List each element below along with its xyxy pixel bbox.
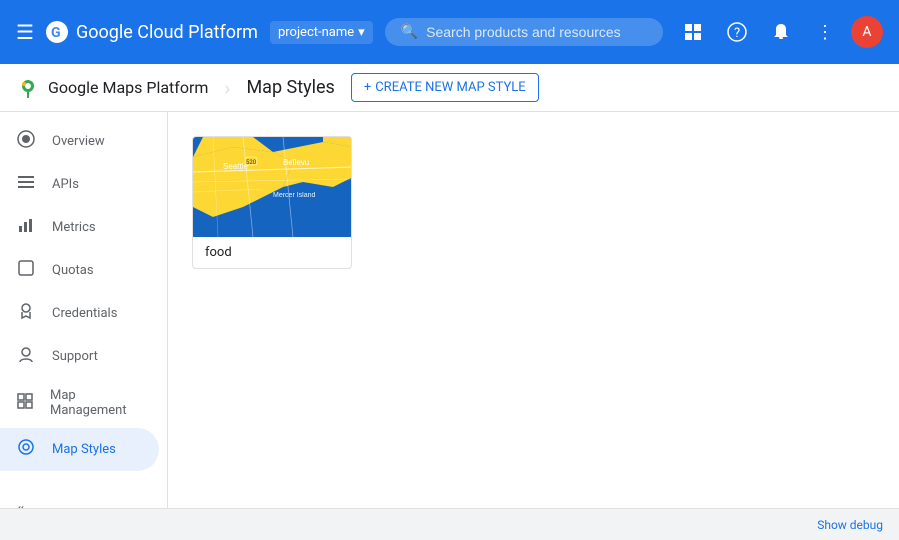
show-debug-label: Show debug	[817, 518, 883, 532]
menu-icon[interactable]: ☰	[16, 20, 34, 44]
topbar-logo-area: G Google Cloud Platform	[46, 21, 258, 43]
sidebar-item-quotas[interactable]: Quotas	[0, 249, 159, 292]
bottom-bar[interactable]: Show debug	[0, 508, 899, 540]
credentials-icon	[16, 302, 36, 325]
svg-text:Bellevu: Bellevu	[283, 158, 309, 167]
main-content: Seattle Bellevu Mercer Island 520 food	[168, 112, 899, 540]
apis-icon	[16, 173, 36, 196]
svg-text:520: 520	[246, 159, 257, 166]
sidebar-item-map-management-label: Map Management	[50, 388, 143, 418]
help-button[interactable]: ?	[719, 14, 755, 50]
sidebar-item-overview-label: Overview	[52, 134, 105, 149]
sidebar-item-map-management[interactable]: Map Management	[0, 378, 159, 428]
map-management-icon	[16, 392, 34, 415]
google-logo-icon: G	[46, 21, 68, 43]
project-name: project-name	[278, 25, 354, 40]
sidebar-item-metrics[interactable]: Metrics	[0, 206, 159, 249]
create-new-map-style-button[interactable]: + CREATE NEW MAP STYLE	[351, 73, 539, 102]
maps-logo-icon	[16, 76, 40, 100]
metrics-icon	[16, 216, 36, 239]
map-style-label-food: food	[193, 237, 351, 268]
search-input[interactable]	[426, 24, 647, 40]
topbar-logo-text: Google Cloud Platform	[76, 22, 258, 43]
topbar-dropdown-icon: ▾	[358, 25, 365, 40]
app-name: Google Maps Platform	[48, 78, 208, 97]
sidebar-item-support[interactable]: Support	[0, 335, 159, 378]
app-logo-area: Google Maps Platform	[16, 76, 208, 100]
sidebar: Overview APIs Metrics Quotas Credentials	[0, 112, 168, 540]
search-icon: 🔍	[401, 24, 418, 40]
map-style-grid: Seattle Bellevu Mercer Island 520 food	[192, 136, 875, 269]
sidebar-item-credentials-label: Credentials	[52, 306, 117, 321]
sidebar-item-apis[interactable]: APIs	[0, 163, 159, 206]
more-options-button[interactable]: ⋮	[807, 14, 843, 50]
sidebar-item-map-styles-label: Map Styles	[52, 442, 116, 457]
sidebar-item-quotas-label: Quotas	[52, 263, 94, 278]
sidebar-item-metrics-label: Metrics	[52, 220, 96, 235]
svg-text:G: G	[51, 25, 61, 41]
map-style-card-food[interactable]: Seattle Bellevu Mercer Island 520 food	[192, 136, 352, 269]
support-icon	[16, 345, 36, 368]
grid-apps-button[interactable]	[675, 14, 711, 50]
topbar-actions: ? ⋮ A	[675, 14, 883, 50]
map-thumbnail-food: Seattle Bellevu Mercer Island 520	[193, 137, 352, 237]
sidebar-item-support-label: Support	[52, 349, 98, 364]
sidebar-item-apis-label: APIs	[52, 177, 79, 192]
quotas-icon	[16, 259, 36, 282]
search-bar[interactable]: 🔍	[385, 18, 663, 46]
page-title: Map Styles	[246, 77, 334, 98]
create-plus-icon: +	[364, 80, 371, 95]
svg-text:Mercer Island: Mercer Island	[273, 192, 316, 199]
map-thumbnail-svg: Seattle Bellevu Mercer Island 520	[193, 137, 352, 237]
svg-text:Seattle: Seattle	[223, 162, 248, 171]
map-styles-icon	[16, 438, 36, 461]
notifications-button[interactable]	[763, 14, 799, 50]
divider: ›	[224, 76, 230, 100]
topbar-project-selector[interactable]: project-name ▾	[270, 21, 373, 44]
avatar-letter: A	[862, 24, 871, 40]
svg-text:?: ?	[734, 26, 740, 41]
user-avatar[interactable]: A	[851, 16, 883, 48]
sidebar-item-overview[interactable]: Overview	[0, 120, 159, 163]
main-layout: Overview APIs Metrics Quotas Credentials	[0, 112, 899, 540]
sidebar-item-credentials[interactable]: Credentials	[0, 292, 159, 335]
overview-icon	[16, 130, 36, 153]
sidebar-item-map-styles[interactable]: Map Styles	[0, 428, 159, 471]
subheader: Google Maps Platform › Map Styles + CREA…	[0, 64, 899, 112]
topbar: ☰ G Google Cloud Platform project-name ▾…	[0, 0, 899, 64]
